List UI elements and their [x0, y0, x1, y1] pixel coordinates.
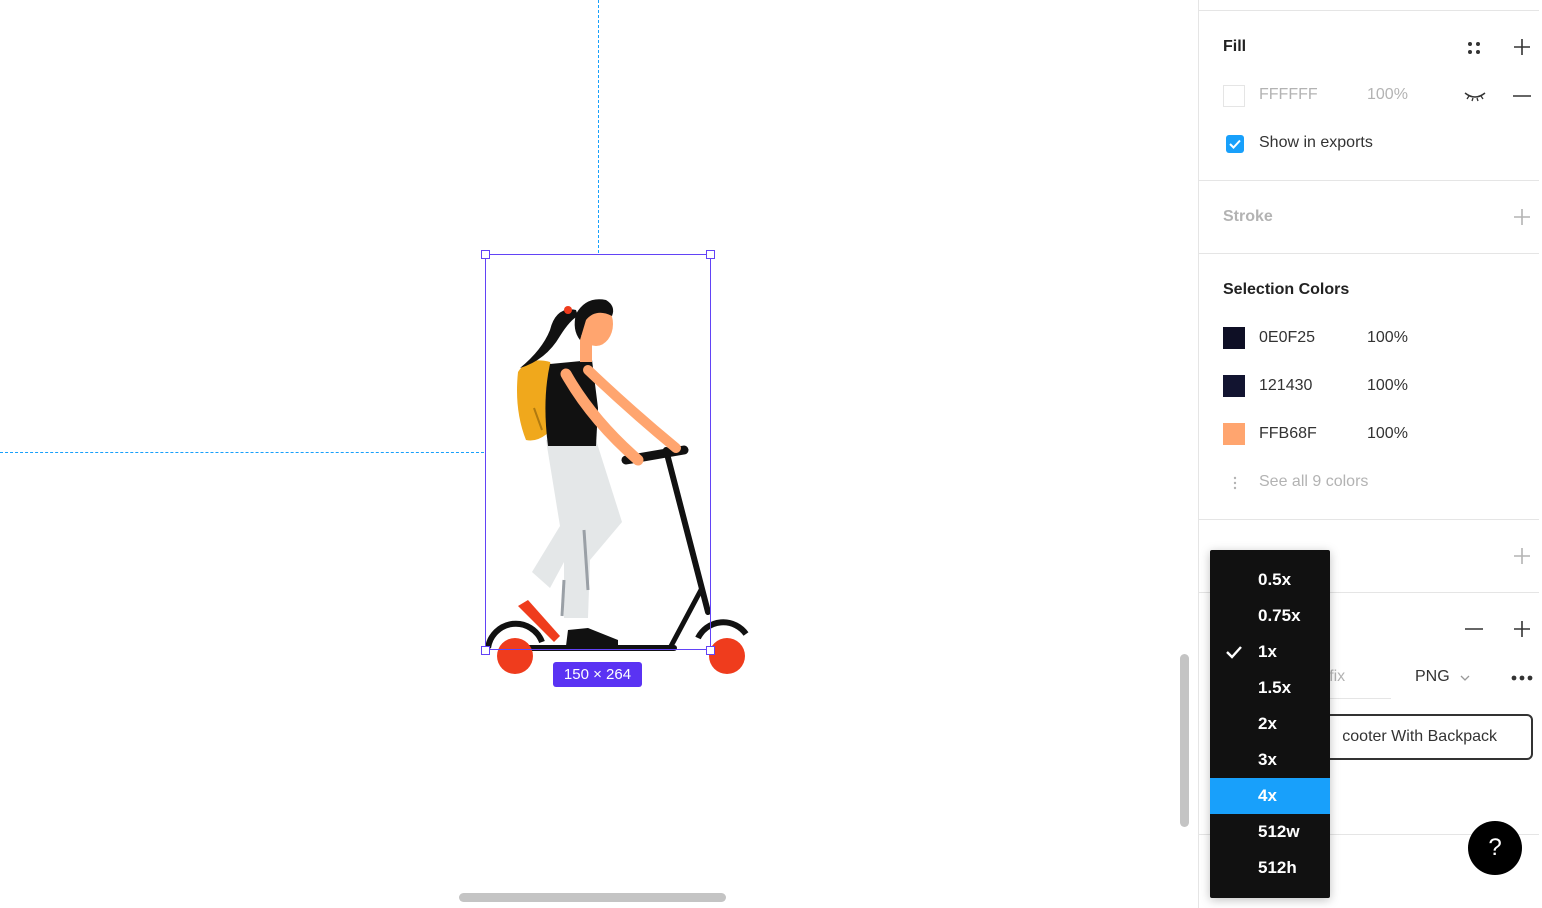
selection-frame[interactable] [485, 254, 711, 650]
more-horizontal-icon[interactable] [1510, 666, 1534, 690]
selection-color-hex[interactable]: FFB68F [1259, 425, 1317, 443]
menu-item-label: 4x [1258, 786, 1277, 805]
resize-handle-top-right[interactable] [706, 250, 715, 259]
menu-item-label: 0.5x [1258, 570, 1292, 589]
help-button[interactable]: ? [1468, 821, 1522, 875]
section-divider [1199, 10, 1539, 11]
vertical-scrollbar[interactable] [1180, 654, 1189, 827]
hidden-eye-icon[interactable] [1463, 84, 1487, 108]
selection-color-opacity[interactable]: 100% [1367, 425, 1408, 443]
menu-item-4x[interactable]: 4x [1210, 778, 1330, 814]
selection-color-opacity[interactable]: 100% [1367, 329, 1408, 347]
menu-item-1x[interactable]: 1x [1210, 634, 1330, 670]
show-in-exports-label[interactable]: Show in exports [1259, 134, 1373, 152]
vertical-guide [598, 0, 599, 253]
section-divider [1199, 519, 1539, 520]
section-divider [1199, 180, 1539, 181]
export-button[interactable]: cooter With Backpack [1311, 714, 1533, 760]
add-export-plus-icon[interactable] [1510, 617, 1534, 641]
fill-hex-value[interactable]: FFFFFF [1259, 86, 1318, 104]
menu-item-1-5x[interactable]: 1.5x [1210, 670, 1330, 706]
check-icon [1226, 644, 1242, 664]
export-format-select[interactable]: PNG [1415, 668, 1450, 686]
menu-item-2x[interactable]: 2x [1210, 706, 1330, 742]
menu-item-label: 512h [1258, 858, 1297, 877]
menu-item-label: 3x [1258, 750, 1277, 769]
see-all-colors-link[interactable]: See all 9 colors [1259, 473, 1368, 491]
selection-color-swatch[interactable] [1223, 327, 1245, 349]
resize-handle-bottom-right[interactable] [706, 646, 715, 655]
horizontal-guide [0, 452, 484, 453]
selection-color-hex[interactable]: 0E0F25 [1259, 329, 1315, 347]
selection-color-hex[interactable]: 121430 [1259, 377, 1312, 395]
add-stroke-plus-icon[interactable] [1510, 205, 1534, 229]
suffix-underline [1321, 698, 1391, 699]
section-divider [1199, 253, 1539, 254]
selection-color-swatch[interactable] [1223, 375, 1245, 397]
fill-opacity-value[interactable]: 100% [1367, 86, 1408, 104]
menu-item-512h[interactable]: 512h [1210, 850, 1330, 886]
resize-handle-top-left[interactable] [481, 250, 490, 259]
menu-item-label: 1.5x [1258, 678, 1292, 697]
style-grid-icon[interactable] [1462, 36, 1486, 60]
show-in-exports-checkbox[interactable] [1226, 135, 1244, 153]
menu-item-0-75x[interactable]: 0.75x [1210, 598, 1330, 634]
menu-item-label: 512w [1258, 822, 1300, 841]
export-scale-menu[interactable]: 0.5x 0.75x 1x 1.5x 2x 3x 4x 512w 512h [1210, 550, 1330, 898]
menu-item-512w[interactable]: 512w [1210, 814, 1330, 850]
selection-size-badge: 150 × 264 [553, 662, 642, 687]
menu-item-label: 2x [1258, 714, 1277, 733]
design-canvas[interactable]: 150 × 264 [0, 0, 1198, 908]
menu-item-label: 1x [1258, 642, 1277, 661]
add-fill-plus-icon[interactable] [1510, 35, 1534, 59]
add-effect-plus-icon[interactable] [1510, 544, 1534, 568]
selection-colors-title: Selection Colors [1223, 281, 1350, 298]
more-vertical-icon [1223, 471, 1247, 495]
selection-color-opacity[interactable]: 100% [1367, 377, 1408, 395]
menu-item-label: 0.75x [1258, 606, 1301, 625]
horizontal-scrollbar[interactable] [459, 893, 726, 902]
stroke-section-title: Stroke [1223, 208, 1273, 225]
remove-export-minus-icon[interactable] [1462, 617, 1486, 641]
chevron-down-icon[interactable] [1453, 666, 1477, 690]
resize-handle-bottom-left[interactable] [481, 646, 490, 655]
fill-color-swatch[interactable] [1223, 85, 1245, 107]
fill-section-title: Fill [1223, 38, 1247, 55]
selection-color-swatch[interactable] [1223, 423, 1245, 445]
menu-item-0-5x[interactable]: 0.5x [1210, 562, 1330, 598]
remove-fill-minus-icon[interactable] [1510, 84, 1534, 108]
menu-item-3x[interactable]: 3x [1210, 742, 1330, 778]
